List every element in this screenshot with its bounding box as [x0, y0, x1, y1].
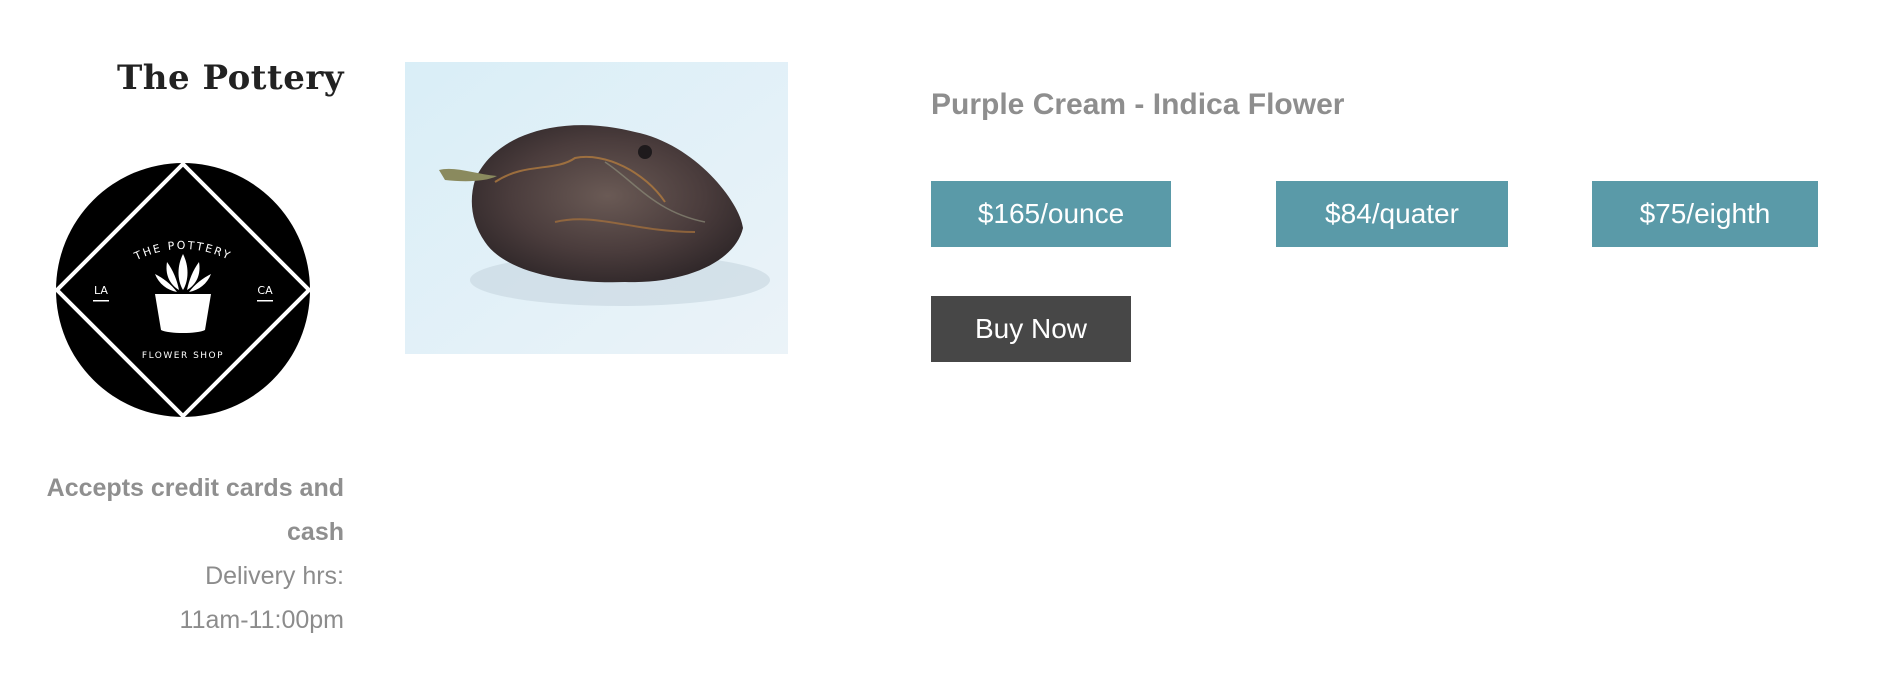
price-eighth-button[interactable]: $75/eighth — [1592, 181, 1818, 247]
delivery-label: Delivery hrs: — [205, 562, 344, 590]
logo-left-text: LA — [94, 284, 108, 297]
store-logo: THE POTTERY LA CA FLOWER SHOP — [55, 162, 311, 418]
price-ounce-button[interactable]: $165/ounce — [931, 181, 1171, 247]
store-info: Accepts credit cards and cash Delivery h… — [14, 466, 344, 642]
payment-methods: Accepts credit cards and cash — [46, 474, 344, 546]
product-name: Purple Cream - Indica Flower — [931, 88, 1345, 121]
product-photo — [405, 62, 788, 354]
logo-right-text: CA — [257, 284, 273, 297]
logo-bottom-text: FLOWER SHOP — [142, 351, 224, 361]
delivery-hours: 11am-11:00pm — [179, 606, 344, 634]
store-title: The Pottery — [116, 58, 344, 98]
buy-now-button[interactable]: Buy Now — [931, 296, 1131, 362]
price-quarter-button[interactable]: $84/quater — [1276, 181, 1508, 247]
